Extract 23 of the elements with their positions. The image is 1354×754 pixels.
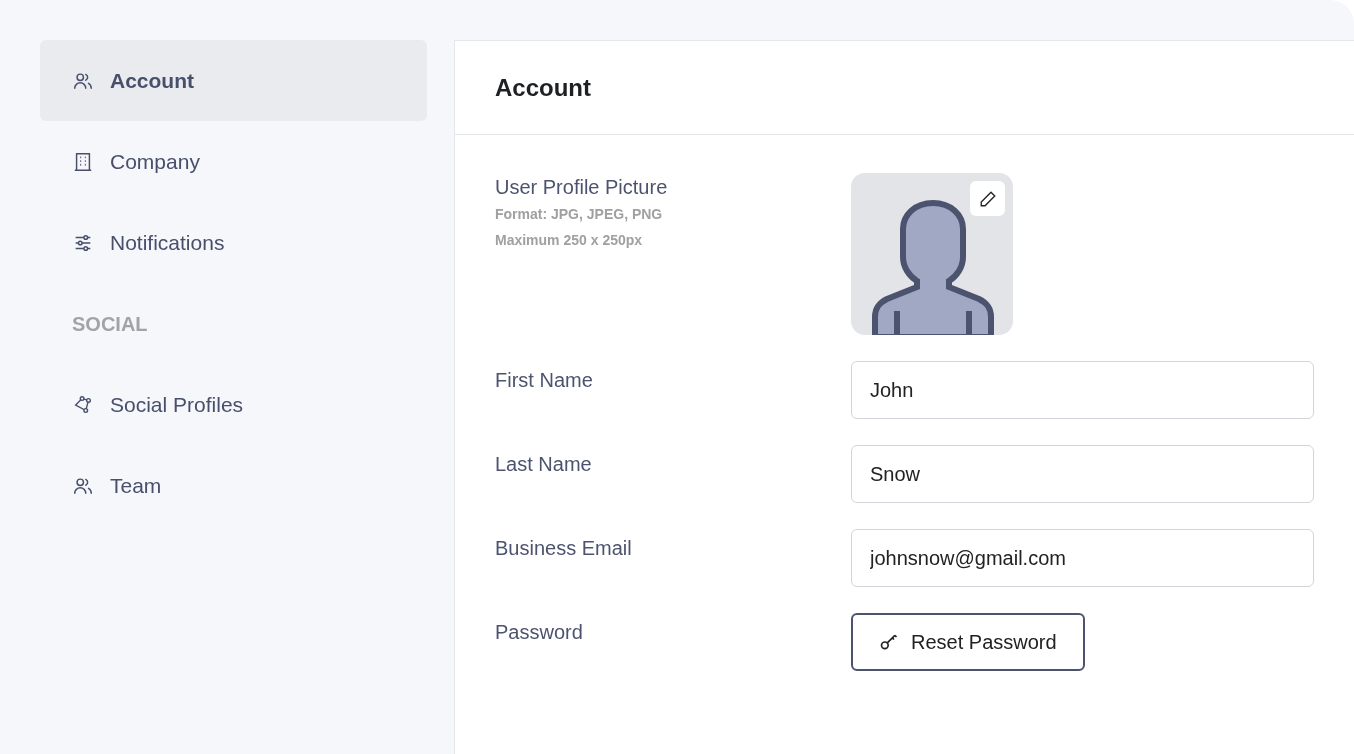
field-label: Last Name — [495, 452, 593, 477]
sidebar-item[interactable]: Social Profiles — [40, 364, 427, 445]
hint-text: Format: JPG, JPEG, PNG — [495, 205, 664, 224]
building-icon — [72, 150, 94, 173]
network-icon — [72, 393, 94, 416]
text-field[interactable]: John — [851, 361, 1314, 419]
sidebar-item[interactable]: Company — [40, 121, 427, 202]
field-label: User Profile Picture — [495, 175, 669, 200]
text-field[interactable]: Snow — [851, 445, 1314, 503]
edit-button[interactable] — [970, 181, 1005, 216]
field-label: Business Email — [495, 536, 633, 561]
key-icon — [879, 632, 899, 652]
field-label: Password — [495, 620, 584, 645]
text-field[interactable]: johnsnow@gmail.com — [851, 529, 1314, 587]
sidebar-item[interactable]: Notifications — [40, 202, 427, 283]
pencil-icon — [978, 189, 997, 208]
sidebar-item[interactable]: Account — [40, 40, 427, 121]
section-heading: SOCIAL — [72, 311, 148, 337]
sidebar-item[interactable]: Team — [40, 445, 427, 526]
panel-title: Account — [495, 72, 591, 103]
field-label: First Name — [495, 368, 594, 393]
reset-password-button[interactable]: Reset Password — [851, 613, 1085, 671]
hint-text: Maximum 250 x 250px — [495, 231, 644, 250]
